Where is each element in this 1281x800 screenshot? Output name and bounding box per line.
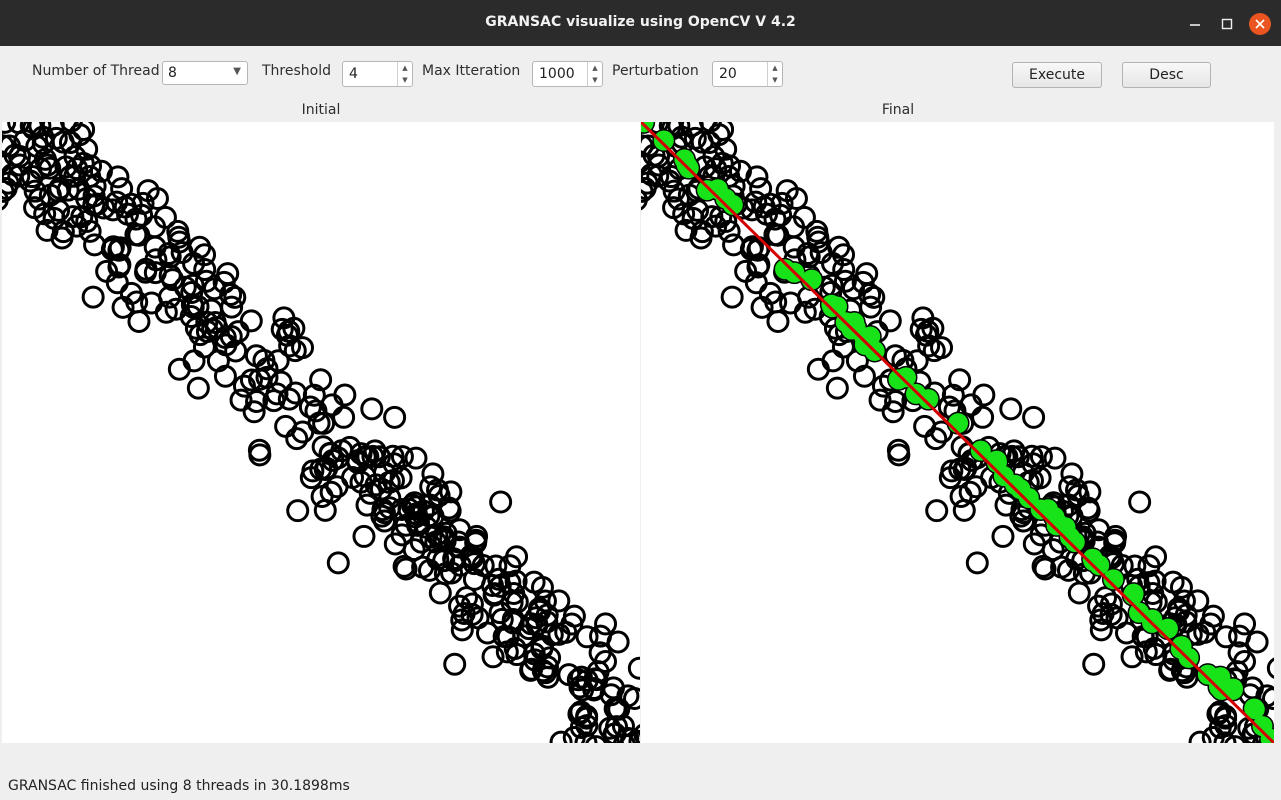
outlier-point	[952, 498, 976, 522]
outlier-point	[1123, 554, 1147, 578]
outlier-point	[239, 309, 263, 333]
outlier-point	[226, 320, 250, 344]
status-text: GRANSAC finished using 8 threads in 30.1…	[8, 778, 350, 794]
close-icon[interactable]	[1249, 13, 1271, 35]
outlier-point	[186, 376, 210, 400]
outlier-point	[443, 652, 467, 676]
outlier-point	[1188, 730, 1212, 754]
outlier-point	[489, 490, 513, 514]
outlier-point	[749, 177, 773, 201]
initial-scatter	[0, 66, 672, 770]
threads-select[interactable]: 8 ▼	[162, 61, 248, 85]
outlier-point	[81, 285, 105, 309]
inlier-point	[1157, 618, 1178, 639]
outlier-point	[1266, 656, 1281, 680]
outlier-point	[999, 397, 1023, 421]
chevron-up-icon[interactable]: ▲	[588, 62, 602, 74]
toolbar: Number of Thread 8 ▼ Threshold 4 ▲ ▼ Max…	[0, 46, 1281, 98]
outlier-point	[110, 177, 134, 201]
outlier-point	[360, 397, 384, 421]
outlier-point	[127, 309, 151, 333]
inlier-point	[948, 413, 969, 434]
outlier-point	[1082, 652, 1106, 676]
outlier-point	[594, 612, 618, 636]
perturbation-value: 20	[719, 66, 737, 82]
outlier-point	[965, 551, 989, 575]
outlier-point	[913, 414, 937, 438]
app-window: GRANSAC visualize using OpenCV V 4.2 Num…	[0, 0, 1281, 800]
outlier-point	[1022, 405, 1046, 429]
initial-title: Initial	[301, 102, 341, 118]
outlier-point	[825, 376, 849, 400]
threads-value: 8	[168, 65, 177, 81]
perturbation-label: Perturbation	[612, 63, 699, 79]
outlier-point	[878, 309, 902, 333]
inlier-point	[653, 130, 674, 151]
maximize-icon[interactable]	[1216, 13, 1238, 35]
outlier-point	[428, 581, 452, 605]
chevron-down-icon[interactable]: ▼	[768, 74, 782, 86]
outlier-point	[766, 309, 790, 333]
chevron-up-icon[interactable]: ▲	[768, 62, 782, 74]
window-title: GRANSAC visualize using OpenCV V 4.2	[485, 14, 796, 30]
threshold-value: 4	[349, 66, 358, 82]
threshold-label: Threshold	[262, 63, 331, 79]
outlier-point	[326, 551, 350, 575]
inlier-point	[1046, 515, 1067, 536]
chevron-down-icon[interactable]: ▼	[588, 74, 602, 86]
desc-button[interactable]: Desc	[1122, 62, 1211, 88]
inlier-point	[1018, 487, 1039, 508]
outlier-point	[352, 524, 376, 548]
chevron-up-icon[interactable]: ▲	[398, 62, 412, 74]
outlier-point	[1233, 612, 1257, 636]
title-bar: GRANSAC visualize using OpenCV V 4.2	[0, 0, 1281, 46]
outlier-point	[332, 405, 356, 429]
max-iteration-spinbox[interactable]: 1000 ▲ ▼	[532, 61, 603, 87]
chevron-down-icon[interactable]: ▼	[398, 74, 412, 86]
max-iteration-value: 1000	[539, 66, 575, 82]
outlier-point	[627, 656, 651, 680]
outlier-point	[383, 405, 407, 429]
outlier-point	[484, 554, 508, 578]
minimize-icon[interactable]	[1184, 13, 1206, 35]
outlier-point	[925, 499, 949, 523]
outlier-point	[333, 383, 357, 407]
chevron-down-icon: ▼	[233, 66, 241, 77]
execute-button[interactable]: Execute	[1012, 62, 1102, 88]
perturbation-spinbox[interactable]: 20 ▲ ▼	[712, 61, 783, 87]
final-title: Final	[881, 102, 915, 118]
inlier-point	[801, 269, 822, 290]
outlier-point	[265, 382, 289, 406]
initial-image	[0, 66, 672, 770]
outlier-point	[199, 298, 223, 322]
outlier-point	[720, 285, 744, 309]
final-image	[607, 66, 1281, 770]
final-scatter	[607, 66, 1281, 770]
outlier-point	[971, 405, 995, 429]
max-iteration-label: Max Itteration	[422, 63, 521, 79]
outlier-point	[549, 730, 573, 754]
inlier-point	[1123, 583, 1144, 604]
outlier-point	[313, 498, 337, 522]
threads-label: Number of Thread	[32, 63, 160, 79]
threshold-spinbox[interactable]: 4 ▲ ▼	[342, 61, 413, 87]
outlier-point	[286, 499, 310, 523]
outlier-point	[972, 383, 996, 407]
outlier-point	[1128, 490, 1152, 514]
inlier-point	[860, 326, 881, 347]
outlier-point	[991, 524, 1015, 548]
outlier-point	[1067, 581, 1091, 605]
outlier-point	[274, 414, 298, 438]
model-line	[639, 120, 1276, 745]
